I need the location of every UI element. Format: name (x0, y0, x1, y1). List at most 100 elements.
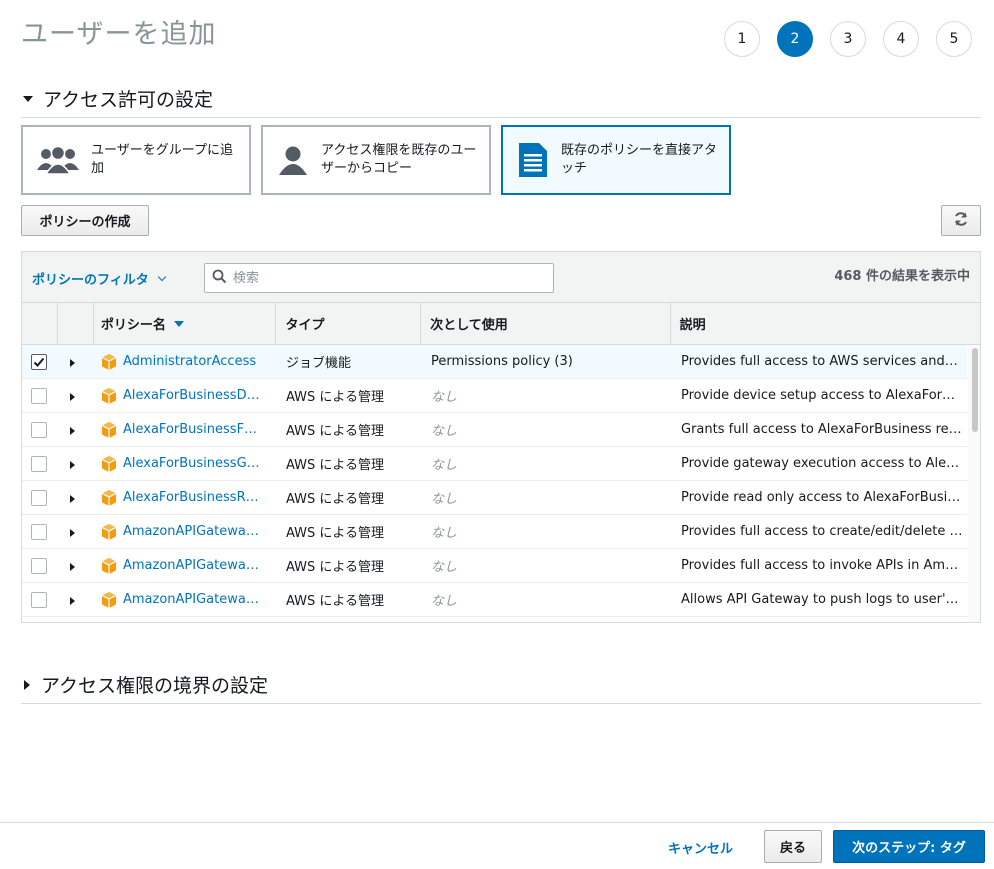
step-3[interactable]: 3 (830, 21, 866, 57)
table-row[interactable]: AmazonAPIGatewa… AWS による管理 なし Allows API… (22, 583, 967, 617)
boundary-section-title: アクセス権限の境界の設定 (41, 675, 269, 697)
header-used-as[interactable]: 次として使用 (421, 303, 671, 344)
search-input[interactable] (233, 270, 533, 286)
policy-used-as: Permissions policy (3) (431, 354, 573, 369)
table-row[interactable]: AmazonAPIGatewa… AWS による管理 なし Provides f… (22, 515, 967, 549)
policy-used-as: なし (431, 424, 458, 439)
table-row[interactable]: AdministratorAccess ジョブ機能 Permissions po… (22, 345, 967, 379)
policy-name-link[interactable]: AmazonAPIGatewa… (123, 558, 259, 573)
step-5[interactable]: 5 (936, 21, 972, 57)
table-row[interactable]: AlexaForBusinessG… AWS による管理 なし Provide … (22, 447, 967, 481)
scrollbar-thumb[interactable] (972, 348, 978, 432)
caret-right-icon (24, 679, 30, 690)
policy-name-link[interactable]: AlexaForBusinessR… (123, 490, 259, 505)
policy-description: Grants full access to AlexaForBusiness r… (681, 422, 962, 437)
policy-type: AWS による管理 (286, 424, 385, 439)
row-expand-cell (58, 424, 94, 435)
expand-row-icon[interactable] (70, 461, 75, 469)
row-checkbox-cell (22, 421, 58, 438)
aws-policy-cube-icon (101, 353, 117, 370)
header-type[interactable]: タイプ (276, 303, 422, 344)
policy-name-link[interactable]: AlexaForBusinessD… (123, 388, 260, 403)
boundary-section-toggle[interactable]: アクセス権限の境界の設定 (21, 671, 981, 704)
policy-name-link[interactable]: AlexaForBusinessG… (123, 456, 260, 471)
option-copy-permissions[interactable]: アクセス権限を既存のユーザーからコピー (261, 125, 491, 195)
scrollbar-track[interactable] (968, 346, 980, 622)
aws-policy-cube-icon (101, 387, 117, 404)
cancel-link[interactable]: キャンセル (668, 838, 733, 857)
aws-policy-cube-icon (101, 523, 117, 540)
filter-bar: ポリシーのフィルタ 468 件の結果を表示中 (22, 252, 980, 303)
step-indicator: 1 2 3 4 5 (724, 21, 972, 57)
row-expand-cell (58, 560, 94, 571)
expand-row-icon[interactable] (70, 393, 75, 401)
row-checkbox[interactable] (31, 455, 47, 472)
option-label: 既存のポリシーを直接アタッチ (561, 143, 718, 176)
row-checkbox[interactable] (31, 591, 47, 608)
back-button[interactable]: 戻る (764, 830, 822, 863)
option-attach-policies[interactable]: 既存のポリシーを直接アタッチ (501, 125, 731, 195)
expand-row-icon[interactable] (70, 597, 75, 605)
policy-name-cell: AlexaForBusinessF… (94, 421, 277, 439)
expand-row-icon[interactable] (70, 359, 75, 367)
step-1[interactable]: 1 (724, 21, 760, 57)
table-row[interactable]: AmazonAPIGatewa… AWS による管理 なし Provides f… (22, 549, 967, 583)
policy-name-link[interactable]: AlexaForBusinessF… (123, 422, 257, 437)
expand-row-icon[interactable] (70, 563, 75, 571)
user-icon (275, 144, 311, 176)
policy-name-link[interactable]: AmazonAPIGatewa… (123, 524, 259, 539)
policy-used-as: なし (431, 458, 458, 473)
create-policy-button[interactable]: ポリシーの作成 (21, 205, 149, 236)
policy-name-link[interactable]: AdministratorAccess (123, 354, 256, 369)
policy-type: AWS による管理 (286, 390, 385, 405)
row-checkbox-cell (22, 387, 58, 404)
step-4[interactable]: 4 (883, 21, 919, 57)
row-checkbox[interactable] (31, 523, 47, 540)
refresh-button[interactable] (941, 205, 981, 236)
header-label: タイプ (285, 318, 325, 333)
aws-policy-cube-icon (101, 489, 117, 506)
next-step-button[interactable]: 次のステップ: タグ (833, 830, 985, 863)
search-icon (212, 269, 227, 288)
option-add-to-group[interactable]: ユーザーをグループに追加 (21, 125, 251, 195)
table-row[interactable]: AlexaForBusinessF… AWS による管理 なし Grants f… (22, 413, 967, 447)
row-checkbox[interactable] (31, 557, 47, 574)
policy-type: AWS による管理 (286, 594, 385, 609)
row-checkbox[interactable] (31, 489, 47, 506)
user-group-icon (35, 144, 81, 176)
row-checkbox[interactable] (31, 353, 47, 370)
policy-name-cell: AmazonAPIGatewa… (94, 591, 277, 609)
row-checkbox[interactable] (31, 421, 47, 438)
header-policy-name[interactable]: ポリシー名 (94, 303, 277, 344)
row-checkbox-cell (22, 353, 58, 370)
policy-name-cell: AlexaForBusinessG… (94, 455, 277, 473)
step-2[interactable]: 2 (777, 21, 813, 57)
header-description[interactable]: 説明 (671, 303, 980, 344)
expand-row-icon[interactable] (70, 495, 75, 503)
policy-description: Provides full access to AWS services and… (681, 354, 958, 369)
caret-down-icon (23, 95, 33, 102)
row-expand-cell (58, 390, 94, 401)
table-row[interactable]: AlexaForBusinessD… AWS による管理 なし Provide … (22, 379, 967, 413)
row-checkbox-cell (22, 489, 58, 506)
policy-description: Provides full access to create/edit/dele… (681, 524, 963, 539)
permissions-section-toggle[interactable]: アクセス許可の設定 (21, 85, 981, 118)
policy-type: ジョブ機能 (286, 356, 352, 371)
policy-filter-dropdown[interactable]: ポリシーのフィルタ (32, 269, 166, 288)
expand-row-icon[interactable] (70, 427, 75, 435)
option-label: ユーザーをグループに追加 (91, 143, 233, 176)
policy-filter-label: ポリシーのフィルタ (32, 273, 149, 288)
policy-name-link[interactable]: AmazonAPIGatewa… (123, 592, 259, 607)
table-row[interactable]: AlexaForBusinessR… AWS による管理 なし Provide … (22, 481, 967, 515)
row-checkbox[interactable] (31, 387, 47, 404)
row-expand-cell (58, 526, 94, 537)
expand-row-icon[interactable] (70, 529, 75, 537)
aws-policy-cube-icon (101, 591, 117, 608)
row-expand-cell (58, 458, 94, 469)
row-checkbox-cell (22, 557, 58, 574)
row-expand-cell (58, 492, 94, 503)
footer-divider (0, 822, 994, 823)
policy-used-as: なし (431, 390, 458, 405)
aws-policy-cube-icon (101, 455, 117, 472)
policy-name-cell: AdministratorAccess (94, 353, 277, 371)
